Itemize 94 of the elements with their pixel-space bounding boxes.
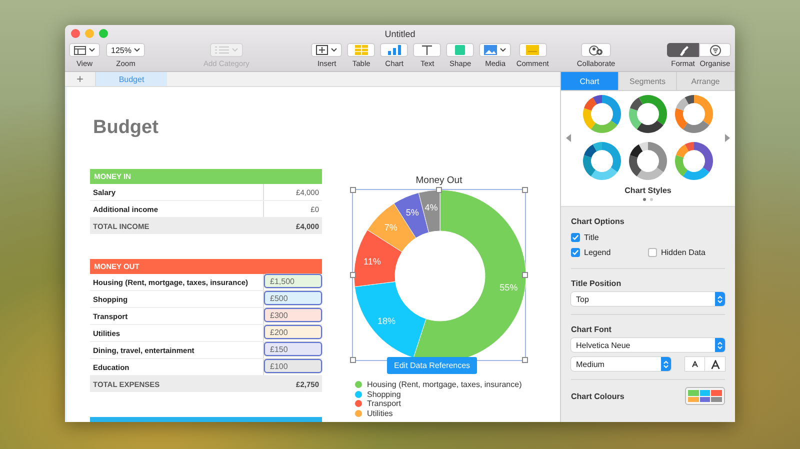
next-arrow-icon[interactable] (725, 134, 730, 142)
chart-style-thumbnail[interactable] (583, 95, 621, 133)
square-icon (455, 45, 466, 55)
table-cell: £1,500 (264, 274, 322, 288)
table-cell: £200 (264, 325, 322, 339)
comment-icon (526, 45, 540, 55)
checkbox[interactable] (648, 248, 657, 257)
shape-button[interactable] (446, 43, 474, 57)
resize-handle[interactable] (522, 272, 528, 278)
chevron-down-icon (134, 48, 140, 52)
text-button[interactable] (413, 43, 442, 57)
decrease-font-size-button[interactable] (685, 357, 705, 371)
title-position-dropdown[interactable]: Top (571, 292, 725, 306)
slice-label: 18% (377, 316, 396, 326)
resize-handle[interactable] (350, 357, 356, 363)
table-icon (354, 45, 368, 55)
section-heading: Chart Options (571, 217, 626, 226)
image-icon (484, 45, 498, 55)
small-letter-icon (692, 361, 698, 367)
zoom-button[interactable]: 125% (106, 43, 146, 57)
slice-label: 4% (424, 202, 438, 213)
slice-label: 55% (500, 282, 518, 292)
stepper-arrows-icon (717, 340, 723, 350)
sidebar-layout-icon (74, 46, 86, 54)
legend-label: Housing (Rent, mortgage, taxes, insurance) (367, 380, 522, 390)
section-heading: Chart Font (571, 325, 612, 334)
chart-style-thumbnail[interactable] (675, 95, 713, 133)
legend-label: Shopping (367, 390, 401, 399)
page-dot[interactable] (643, 198, 646, 201)
page-dot[interactable] (650, 198, 653, 201)
chevron-down-icon (331, 48, 338, 52)
chart-style-thumbnail[interactable] (629, 95, 667, 133)
chart-style-thumbnail[interactable] (675, 142, 713, 180)
checkbox[interactable] (571, 233, 580, 242)
stepper-arrows-icon (717, 294, 723, 304)
insert-button[interactable] (311, 43, 342, 57)
close-icon[interactable] (71, 29, 80, 38)
slice-label: 5% (406, 208, 419, 218)
table-cell: £300 (264, 308, 322, 322)
legend-label: Utilities (367, 408, 393, 418)
edit-data-references-button[interactable]: Edit Data References (387, 357, 478, 374)
maximize-icon[interactable] (99, 29, 108, 38)
media-button[interactable] (479, 43, 512, 57)
chevron-down-icon (89, 48, 95, 52)
chart-styles-label: Chart Styles (624, 186, 672, 195)
resize-handle[interactable] (522, 187, 528, 193)
inspector-tab[interactable]: Chart (561, 72, 619, 90)
font-dropdown[interactable]: Helvetica Neue (571, 338, 725, 352)
chevron-down-icon (500, 48, 506, 52)
plus-box-icon (316, 45, 328, 55)
person-plus-icon (589, 44, 604, 56)
paintbrush-icon (678, 44, 688, 56)
text-icon (422, 45, 432, 55)
bar-chart-icon (388, 45, 401, 55)
table-cell: £500 (264, 291, 322, 305)
resize-handle[interactable] (522, 357, 528, 363)
organise-button[interactable] (699, 43, 731, 57)
view-button[interactable] (69, 43, 100, 57)
inspector-tab[interactable]: Segments (619, 72, 677, 90)
chart-style-thumbnail[interactable] (583, 142, 621, 180)
resize-handle[interactable] (350, 272, 356, 278)
chevron-down-icon (232, 48, 238, 52)
legend-label: Transport (367, 399, 401, 408)
table-cell: £150 (264, 342, 322, 356)
checkbox[interactable] (571, 248, 580, 257)
collaborate-button[interactable] (581, 43, 612, 57)
window-title: Untitled (384, 29, 416, 39)
donut-chart[interactable]: 55% 18% 11% 7% 5% 4% (352, 189, 526, 361)
list-icon (214, 46, 229, 54)
chart-style-thumbnail[interactable] (629, 142, 667, 180)
chart-colours-swatch[interactable] (685, 387, 725, 405)
sheet-tab[interactable]: Budget (96, 72, 167, 86)
increase-font-size-button[interactable] (705, 357, 725, 371)
font-weight-dropdown[interactable]: Medium (571, 357, 671, 371)
comment-button[interactable] (518, 43, 547, 57)
chart-title: Money Out (414, 175, 464, 188)
slice-label: 7% (384, 222, 398, 232)
section-heading: Chart Colours (571, 392, 624, 400)
checkbox-label: Title (584, 233, 599, 242)
previous-arrow-icon[interactable] (566, 134, 571, 142)
table-cell: £100 (264, 359, 322, 373)
slice-label: 11% (364, 256, 381, 266)
document-title: Budget (93, 117, 160, 140)
resize-handle[interactable] (436, 187, 442, 193)
checkbox-label: Legend (584, 248, 611, 257)
format-button[interactable] (667, 43, 699, 57)
resize-handle[interactable] (350, 187, 356, 193)
checkbox-label: Hidden Data (661, 248, 706, 257)
chart-button[interactable] (380, 43, 408, 57)
section-heading: Title Position (571, 279, 622, 288)
inspector-tab[interactable]: Arrange (677, 72, 735, 90)
large-letter-icon (710, 360, 720, 368)
stepper-arrows-icon (663, 360, 669, 368)
filter-icon (710, 44, 720, 56)
